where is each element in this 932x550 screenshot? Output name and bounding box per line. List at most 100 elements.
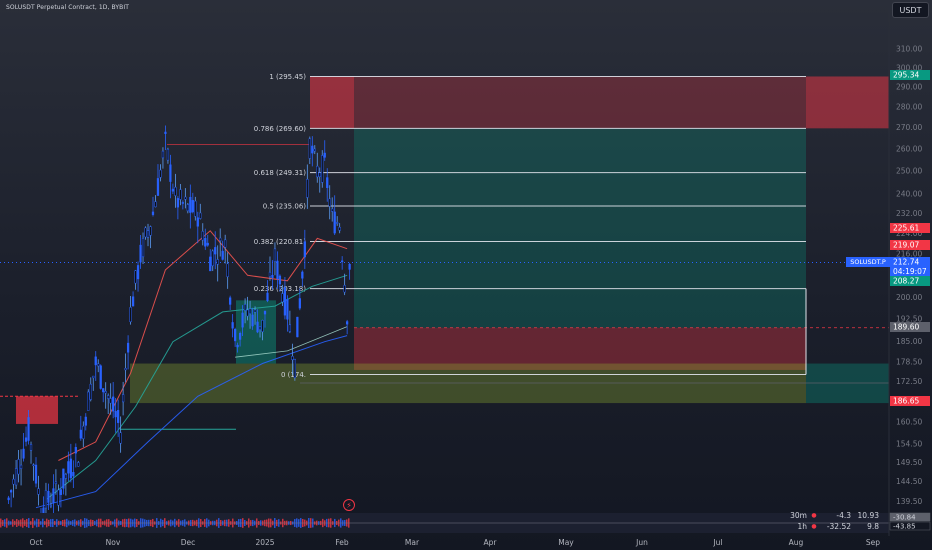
price-label: 189.60 [893,323,919,332]
candle [27,417,30,441]
indicator-row-1h: 1h ● -32.52 9.8 [797,522,879,531]
y-tick-label: 250.00 [896,167,922,176]
candle [112,396,115,412]
event-lightning-icon[interactable]: ⚡ [343,499,355,511]
candle [189,196,192,213]
candle [229,297,232,305]
candle [326,177,329,188]
candle [194,200,197,217]
candle [318,172,321,177]
candle [159,169,162,178]
candle [12,478,15,485]
y-tick-label: 240.00 [896,190,922,199]
candle [216,259,219,265]
candle [291,356,294,361]
y-tick-label: 290.00 [896,83,922,92]
candle [136,265,140,280]
price-label: 208.27 [893,277,919,286]
candle [164,131,167,134]
candle [154,201,157,208]
candle [201,231,204,241]
price-label: 212.74 [893,258,919,267]
candle [316,165,319,178]
x-tick-label: Sep [866,538,880,547]
candle [256,321,259,333]
candle [191,200,194,213]
candle [121,394,125,403]
fib-level-label: 1 (295.45) [269,73,306,81]
candle [107,395,110,399]
price-chart[interactable]: 1 (295.45) 0.786 (269.60) 0.618 (249.31) 0.… [0,0,932,550]
candle [134,270,137,284]
candle [47,490,50,503]
candle [67,461,70,474]
candle [82,425,85,440]
candle [186,204,189,212]
candle [146,230,150,238]
candle [89,383,92,400]
candle [328,198,331,207]
y-tick-label: 149.50 [896,458,922,467]
y-tick-label: 172.50 [896,377,922,386]
indicator-panel: 30m ● -4.3 10.93 1h ● -32.52 9.8 [785,510,932,532]
candle [268,271,272,278]
candle [87,391,90,411]
candle [94,356,97,366]
candle [286,299,289,320]
candle [258,326,262,331]
candle [209,256,212,272]
y-tick-label: 160.50 [896,418,922,427]
candle [72,472,75,477]
price-label: 186.65 [893,397,919,406]
y-tick-label: 139.50 [896,497,922,506]
candle [77,462,80,467]
candle [64,474,67,479]
candle [196,217,199,227]
candle [144,227,147,238]
candle [109,398,112,404]
candle [211,250,214,267]
candle [131,296,135,307]
x-tick-label: 2025 [255,538,274,547]
x-tick-label: Nov [106,538,121,547]
candle [204,238,207,247]
candle [97,363,100,367]
candle [126,342,130,353]
currency-button[interactable]: USDT [892,2,929,18]
x-tick-label: May [558,538,574,547]
candle [341,260,344,263]
candle [44,490,48,509]
candle [283,287,287,316]
y-tick-label: 260.00 [896,144,922,153]
candle [321,155,324,183]
x-tick-label: Feb [335,538,349,547]
candle [253,309,257,313]
candle [311,145,314,154]
candle [266,292,269,301]
candle [34,464,38,484]
fib-level-label: 0.618 (249.31) [254,169,306,177]
candle [74,447,77,454]
candle [281,293,284,303]
candle [219,237,222,242]
candle [231,322,234,329]
candle [273,248,277,262]
candle [241,312,244,328]
status-dot-icon: ● [811,523,817,530]
x-tick-label: Oct [30,538,43,547]
candle [288,324,292,332]
candle [129,307,132,322]
x-tick-label: Jun [635,538,648,547]
candle [114,410,117,418]
supply-zone [354,76,806,129]
candle [52,488,55,503]
candle [54,481,58,484]
candle [9,490,13,493]
x-tick-label: Jul [712,538,722,547]
y-tick-label: 280.00 [896,102,922,111]
candle [124,368,127,371]
candle [166,148,170,161]
x-tick-label: Aug [789,538,804,547]
candle [224,239,227,248]
candle [338,227,341,231]
